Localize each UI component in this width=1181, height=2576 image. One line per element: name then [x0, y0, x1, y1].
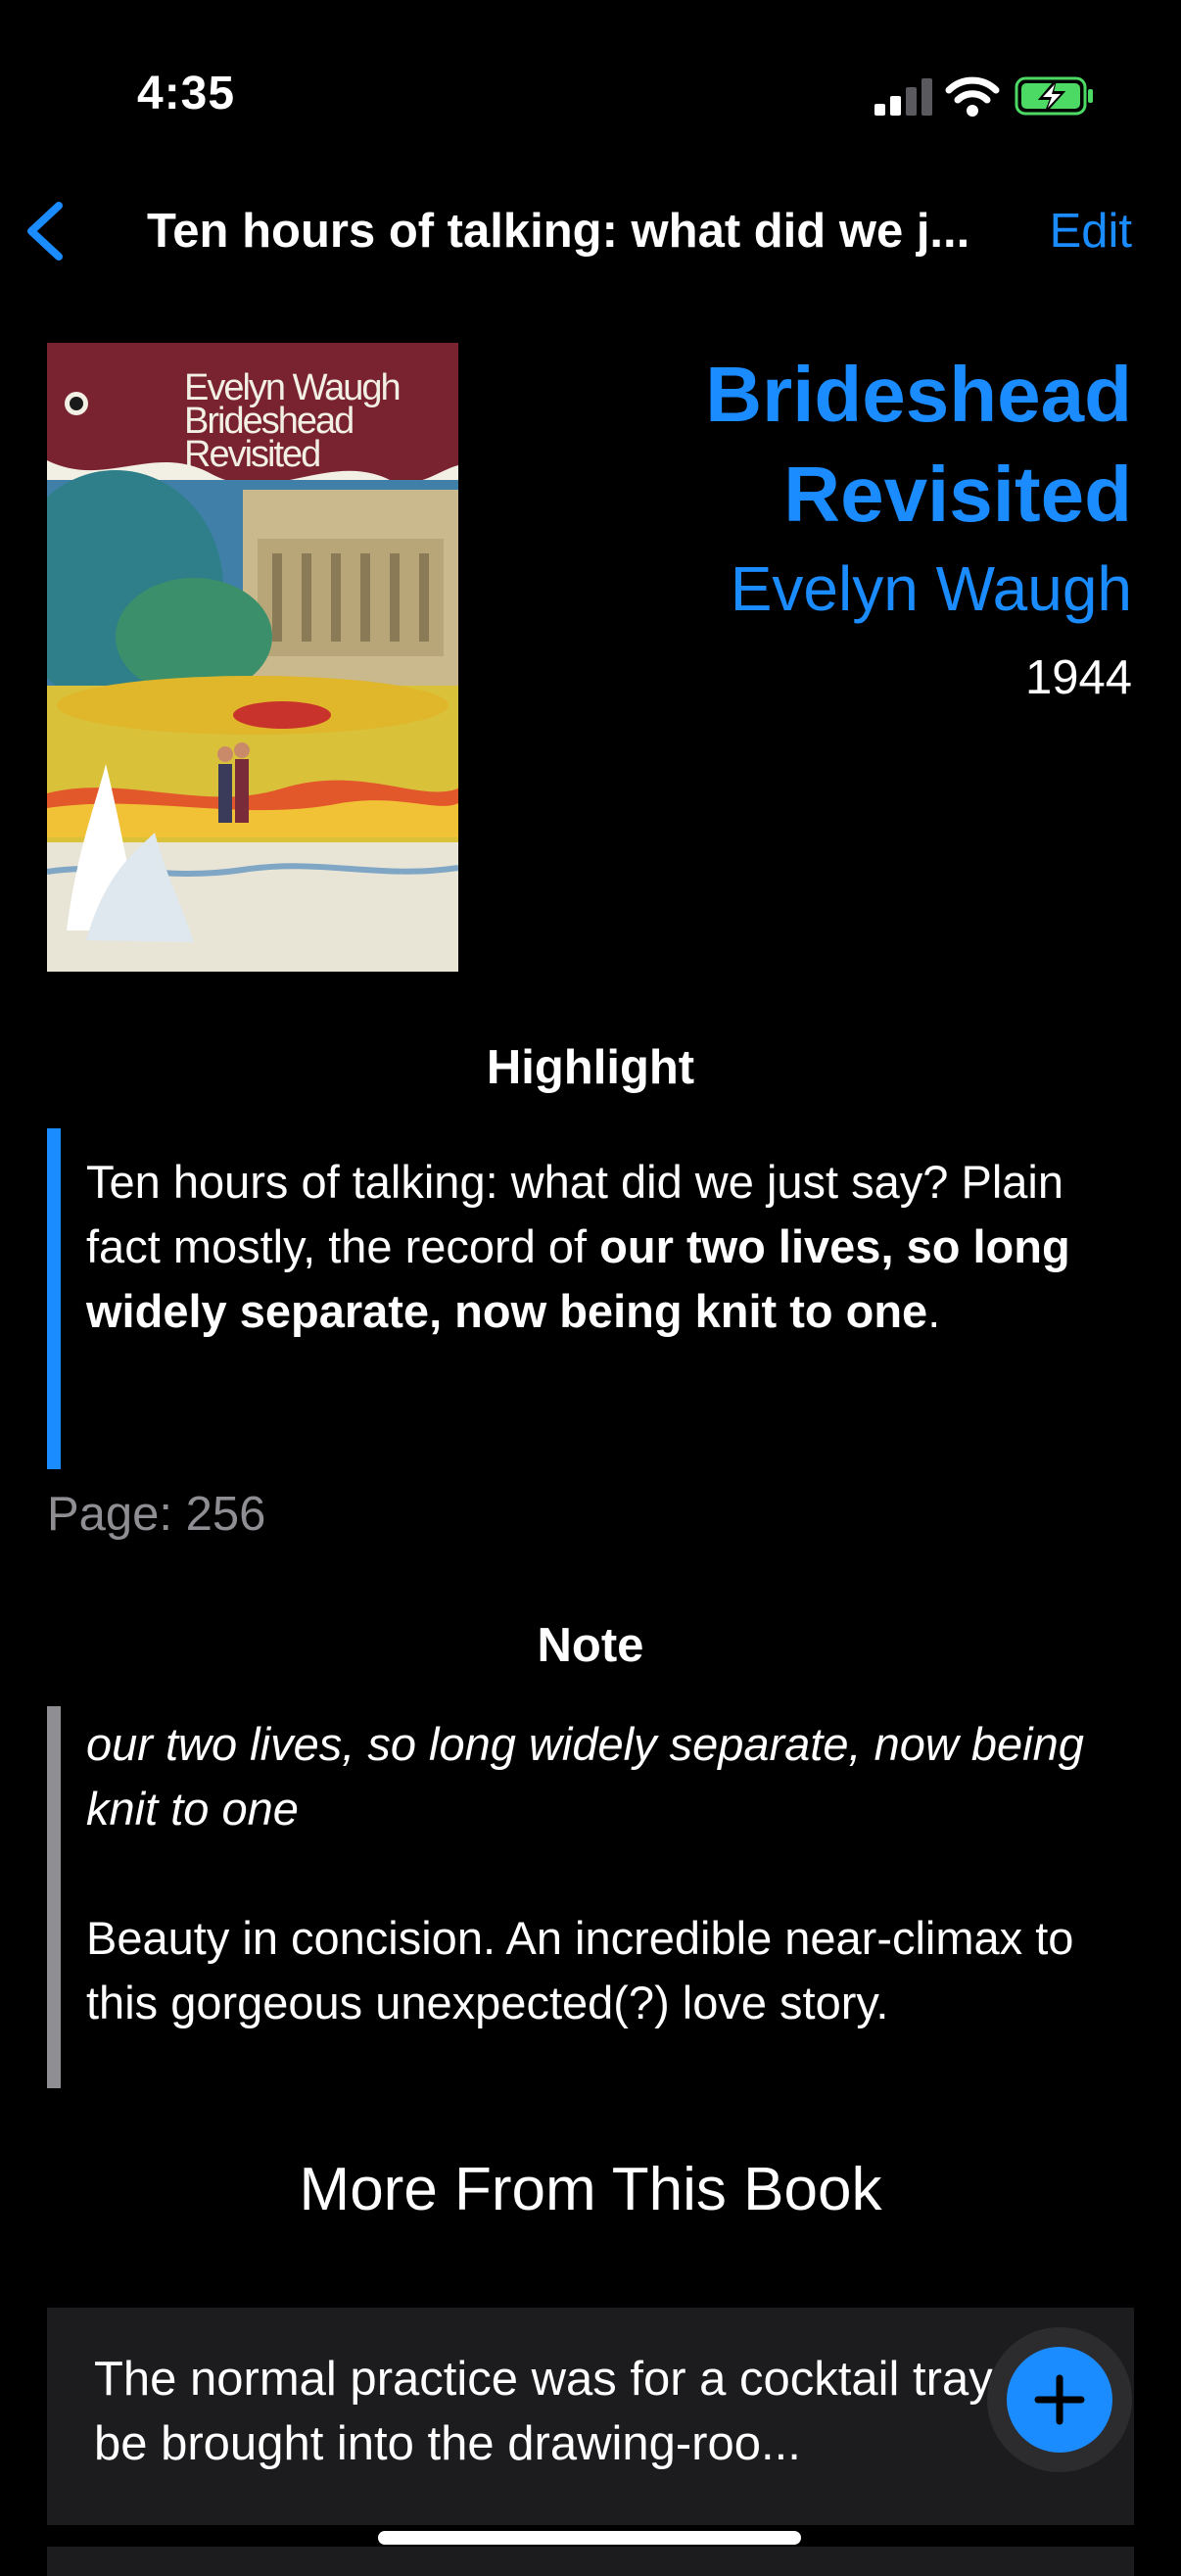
back-chevron-icon[interactable] — [20, 200, 71, 262]
highlight-heading: Highlight — [486, 1041, 695, 1094]
more-from-book-heading: More From This Book — [299, 2156, 882, 2223]
navigation-bar: Ten hours of talking: what did we j... E… — [0, 186, 1181, 274]
book-cover-image: Evelyn Waugh Brideshead Revisited — [47, 343, 458, 972]
more-item-text: The normal practice was for a cocktail t… — [94, 2353, 1047, 2470]
note-bar — [47, 1706, 61, 2088]
book-title[interactable]: Brideshead Revisited — [525, 345, 1132, 545]
cover-title-line2: Revisited — [184, 434, 321, 475]
plus-icon — [1034, 2374, 1085, 2425]
wifi-icon — [945, 76, 1000, 117]
note-block[interactable]: our two lives, so long widely separate, … — [47, 1706, 1134, 2088]
signal-icon — [874, 78, 932, 116]
page-number: Page: 256 — [47, 1488, 266, 1541]
more-item-card[interactable]: The normal practice was for a cocktail t… — [47, 2308, 1134, 2525]
book-year: 1944 — [1024, 651, 1132, 704]
battery-charging-icon — [1015, 76, 1093, 116]
note-heading: Note — [537, 1619, 644, 1672]
status-time: 4:35 — [137, 68, 236, 119]
highlight-block[interactable]: Ten hours of talking: what did we just s… — [47, 1128, 1134, 1469]
more-item-card-next[interactable] — [47, 2547, 1134, 2576]
highlight-text: Ten hours of talking: what did we just s… — [47, 1128, 1134, 1344]
book-author[interactable]: Evelyn Waugh — [525, 545, 1132, 633]
home-indicator[interactable] — [378, 2531, 801, 2545]
note-quote: our two lives, so long widely separate, … — [86, 1718, 1084, 1835]
nav-title: Ten hours of talking: what did we j... — [147, 205, 970, 258]
edit-button[interactable]: Edit — [1050, 204, 1132, 259]
book-info: Brideshead Revisited Evelyn Waugh 1944 — [525, 345, 1132, 717]
status-bar: 4:35 — [0, 0, 1181, 186]
note-body: Beauty in concision. An incredible near-… — [86, 1912, 1074, 2028]
add-highlight-button[interactable] — [1007, 2347, 1112, 2453]
highlight-bar — [47, 1128, 61, 1469]
note-text: our two lives, so long widely separate, … — [47, 1706, 1134, 2035]
highlight-text-end: . — [927, 1285, 941, 1337]
